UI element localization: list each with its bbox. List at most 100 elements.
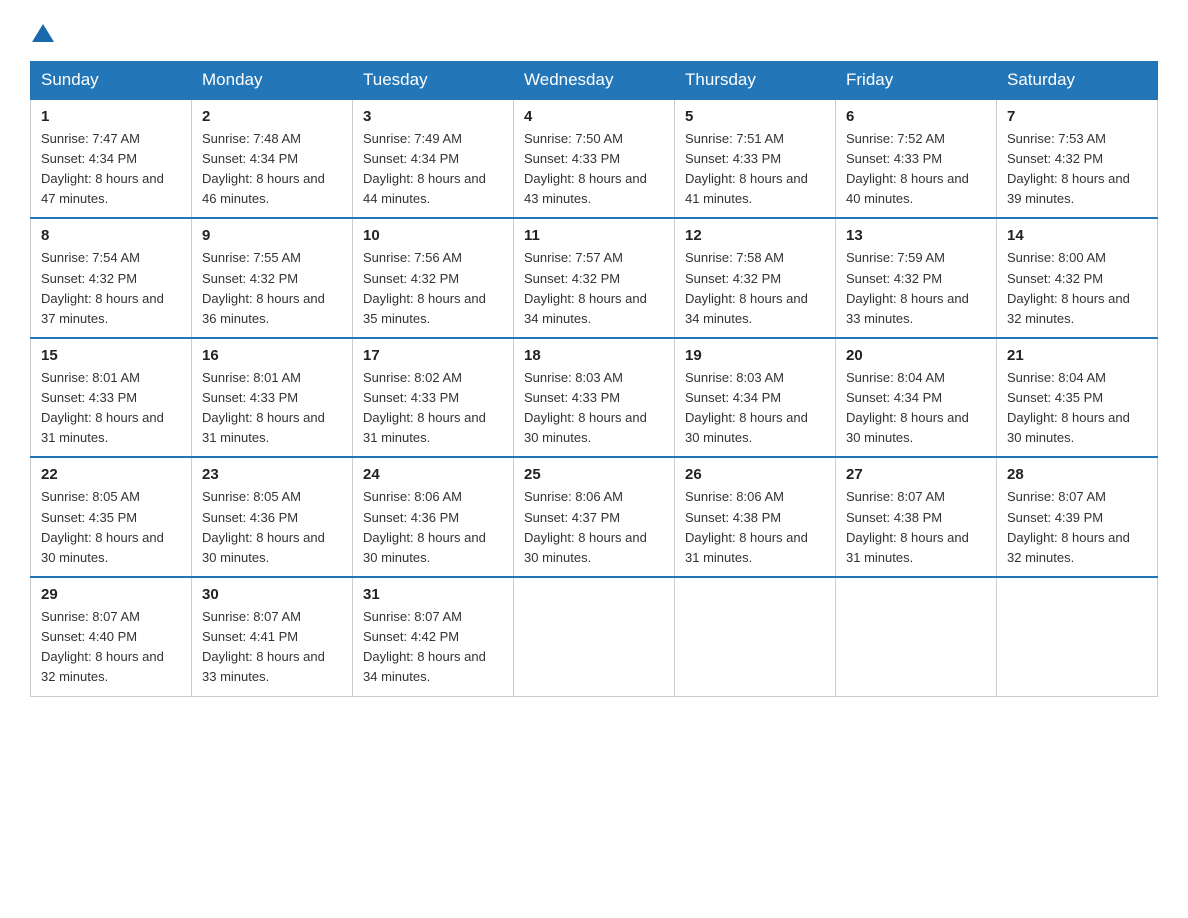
calendar-cell: 21 Sunrise: 8:04 AMSunset: 4:35 PMDaylig… xyxy=(997,338,1158,458)
calendar-cell: 10 Sunrise: 7:56 AMSunset: 4:32 PMDaylig… xyxy=(353,218,514,338)
day-number: 28 xyxy=(1007,466,1147,483)
calendar-cell: 7 Sunrise: 7:53 AMSunset: 4:32 PMDayligh… xyxy=(997,99,1158,219)
day-info: Sunrise: 8:03 AMSunset: 4:33 PMDaylight:… xyxy=(524,370,647,445)
page-header xyxy=(30,20,1158,51)
day-info: Sunrise: 8:04 AMSunset: 4:34 PMDaylight:… xyxy=(846,370,969,445)
day-info: Sunrise: 7:47 AMSunset: 4:34 PMDaylight:… xyxy=(41,131,164,206)
day-number: 17 xyxy=(363,347,503,364)
calendar-cell: 23 Sunrise: 8:05 AMSunset: 4:36 PMDaylig… xyxy=(192,457,353,577)
day-info: Sunrise: 7:58 AMSunset: 4:32 PMDaylight:… xyxy=(685,250,808,325)
day-info: Sunrise: 7:57 AMSunset: 4:32 PMDaylight:… xyxy=(524,250,647,325)
week-row-5: 29 Sunrise: 8:07 AMSunset: 4:40 PMDaylig… xyxy=(31,577,1158,696)
calendar-cell: 25 Sunrise: 8:06 AMSunset: 4:37 PMDaylig… xyxy=(514,457,675,577)
calendar-cell xyxy=(997,577,1158,696)
calendar-cell: 22 Sunrise: 8:05 AMSunset: 4:35 PMDaylig… xyxy=(31,457,192,577)
calendar-cell: 30 Sunrise: 8:07 AMSunset: 4:41 PMDaylig… xyxy=(192,577,353,696)
day-number: 23 xyxy=(202,466,342,483)
day-number: 22 xyxy=(41,466,181,483)
day-info: Sunrise: 7:59 AMSunset: 4:32 PMDaylight:… xyxy=(846,250,969,325)
calendar-cell: 18 Sunrise: 8:03 AMSunset: 4:33 PMDaylig… xyxy=(514,338,675,458)
day-info: Sunrise: 7:48 AMSunset: 4:34 PMDaylight:… xyxy=(202,131,325,206)
day-number: 3 xyxy=(363,108,503,125)
day-info: Sunrise: 8:00 AMSunset: 4:32 PMDaylight:… xyxy=(1007,250,1130,325)
day-number: 13 xyxy=(846,227,986,244)
logo-line1 xyxy=(30,20,54,51)
day-info: Sunrise: 8:05 AMSunset: 4:35 PMDaylight:… xyxy=(41,489,164,564)
calendar-cell: 24 Sunrise: 8:06 AMSunset: 4:36 PMDaylig… xyxy=(353,457,514,577)
calendar-cell: 19 Sunrise: 8:03 AMSunset: 4:34 PMDaylig… xyxy=(675,338,836,458)
weekday-header-row: SundayMondayTuesdayWednesdayThursdayFrid… xyxy=(31,61,1158,99)
calendar-cell: 13 Sunrise: 7:59 AMSunset: 4:32 PMDaylig… xyxy=(836,218,997,338)
day-info: Sunrise: 7:54 AMSunset: 4:32 PMDaylight:… xyxy=(41,250,164,325)
day-number: 24 xyxy=(363,466,503,483)
day-number: 11 xyxy=(524,227,664,244)
day-info: Sunrise: 7:53 AMSunset: 4:32 PMDaylight:… xyxy=(1007,131,1130,206)
logo-triangle-icon xyxy=(32,22,54,44)
day-number: 5 xyxy=(685,108,825,125)
day-info: Sunrise: 8:07 AMSunset: 4:42 PMDaylight:… xyxy=(363,609,486,684)
weekday-header-thursday: Thursday xyxy=(675,61,836,99)
day-number: 2 xyxy=(202,108,342,125)
day-info: Sunrise: 8:07 AMSunset: 4:38 PMDaylight:… xyxy=(846,489,969,564)
calendar-cell xyxy=(836,577,997,696)
day-number: 4 xyxy=(524,108,664,125)
calendar-cell: 28 Sunrise: 8:07 AMSunset: 4:39 PMDaylig… xyxy=(997,457,1158,577)
calendar-table: SundayMondayTuesdayWednesdayThursdayFrid… xyxy=(30,61,1158,697)
day-number: 21 xyxy=(1007,347,1147,364)
week-row-4: 22 Sunrise: 8:05 AMSunset: 4:35 PMDaylig… xyxy=(31,457,1158,577)
weekday-header-friday: Friday xyxy=(836,61,997,99)
calendar-cell: 16 Sunrise: 8:01 AMSunset: 4:33 PMDaylig… xyxy=(192,338,353,458)
day-info: Sunrise: 8:06 AMSunset: 4:38 PMDaylight:… xyxy=(685,489,808,564)
day-info: Sunrise: 8:02 AMSunset: 4:33 PMDaylight:… xyxy=(363,370,486,445)
calendar-cell: 8 Sunrise: 7:54 AMSunset: 4:32 PMDayligh… xyxy=(31,218,192,338)
week-row-1: 1 Sunrise: 7:47 AMSunset: 4:34 PMDayligh… xyxy=(31,99,1158,219)
weekday-header-saturday: Saturday xyxy=(997,61,1158,99)
day-info: Sunrise: 8:04 AMSunset: 4:35 PMDaylight:… xyxy=(1007,370,1130,445)
calendar-cell: 20 Sunrise: 8:04 AMSunset: 4:34 PMDaylig… xyxy=(836,338,997,458)
day-info: Sunrise: 7:51 AMSunset: 4:33 PMDaylight:… xyxy=(685,131,808,206)
calendar-cell: 5 Sunrise: 7:51 AMSunset: 4:33 PMDayligh… xyxy=(675,99,836,219)
day-info: Sunrise: 8:07 AMSunset: 4:41 PMDaylight:… xyxy=(202,609,325,684)
day-number: 1 xyxy=(41,108,181,125)
calendar-cell: 1 Sunrise: 7:47 AMSunset: 4:34 PMDayligh… xyxy=(31,99,192,219)
calendar-cell: 12 Sunrise: 7:58 AMSunset: 4:32 PMDaylig… xyxy=(675,218,836,338)
calendar-cell xyxy=(675,577,836,696)
day-number: 27 xyxy=(846,466,986,483)
day-number: 7 xyxy=(1007,108,1147,125)
day-number: 26 xyxy=(685,466,825,483)
day-info: Sunrise: 7:56 AMSunset: 4:32 PMDaylight:… xyxy=(363,250,486,325)
calendar-cell: 3 Sunrise: 7:49 AMSunset: 4:34 PMDayligh… xyxy=(353,99,514,219)
calendar-cell: 15 Sunrise: 8:01 AMSunset: 4:33 PMDaylig… xyxy=(31,338,192,458)
day-number: 16 xyxy=(202,347,342,364)
day-number: 15 xyxy=(41,347,181,364)
day-info: Sunrise: 8:01 AMSunset: 4:33 PMDaylight:… xyxy=(41,370,164,445)
weekday-header-wednesday: Wednesday xyxy=(514,61,675,99)
day-info: Sunrise: 7:52 AMSunset: 4:33 PMDaylight:… xyxy=(846,131,969,206)
calendar-cell: 4 Sunrise: 7:50 AMSunset: 4:33 PMDayligh… xyxy=(514,99,675,219)
day-number: 6 xyxy=(846,108,986,125)
day-info: Sunrise: 8:03 AMSunset: 4:34 PMDaylight:… xyxy=(685,370,808,445)
day-info: Sunrise: 8:06 AMSunset: 4:36 PMDaylight:… xyxy=(363,489,486,564)
day-number: 12 xyxy=(685,227,825,244)
day-number: 30 xyxy=(202,586,342,603)
calendar-cell: 9 Sunrise: 7:55 AMSunset: 4:32 PMDayligh… xyxy=(192,218,353,338)
logo xyxy=(30,20,54,51)
calendar-cell: 17 Sunrise: 8:02 AMSunset: 4:33 PMDaylig… xyxy=(353,338,514,458)
day-info: Sunrise: 8:05 AMSunset: 4:36 PMDaylight:… xyxy=(202,489,325,564)
day-number: 20 xyxy=(846,347,986,364)
calendar-cell: 2 Sunrise: 7:48 AMSunset: 4:34 PMDayligh… xyxy=(192,99,353,219)
day-info: Sunrise: 8:07 AMSunset: 4:39 PMDaylight:… xyxy=(1007,489,1130,564)
calendar-cell: 11 Sunrise: 7:57 AMSunset: 4:32 PMDaylig… xyxy=(514,218,675,338)
day-number: 14 xyxy=(1007,227,1147,244)
day-number: 31 xyxy=(363,586,503,603)
day-info: Sunrise: 7:50 AMSunset: 4:33 PMDaylight:… xyxy=(524,131,647,206)
calendar-cell xyxy=(514,577,675,696)
calendar-cell: 29 Sunrise: 8:07 AMSunset: 4:40 PMDaylig… xyxy=(31,577,192,696)
calendar-cell: 31 Sunrise: 8:07 AMSunset: 4:42 PMDaylig… xyxy=(353,577,514,696)
weekday-header-monday: Monday xyxy=(192,61,353,99)
calendar-cell: 26 Sunrise: 8:06 AMSunset: 4:38 PMDaylig… xyxy=(675,457,836,577)
calendar-cell: 27 Sunrise: 8:07 AMSunset: 4:38 PMDaylig… xyxy=(836,457,997,577)
day-info: Sunrise: 8:06 AMSunset: 4:37 PMDaylight:… xyxy=(524,489,647,564)
day-number: 18 xyxy=(524,347,664,364)
weekday-header-sunday: Sunday xyxy=(31,61,192,99)
